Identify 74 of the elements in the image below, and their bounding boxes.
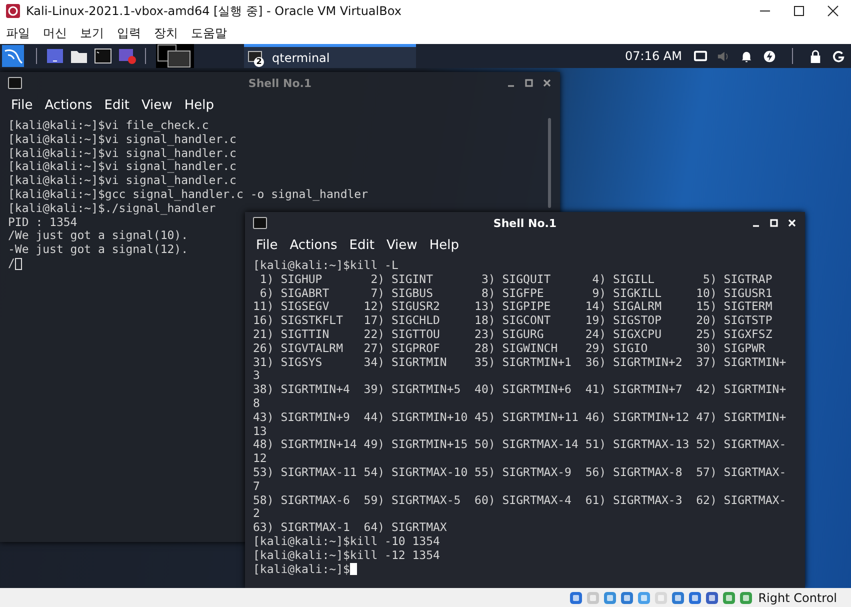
- terminal-line: [kali@kali:~]$kill -L: [253, 259, 398, 273]
- menu-item[interactable]: 장치: [154, 24, 178, 42]
- menu-item[interactable]: Actions: [44, 98, 92, 113]
- terminal-line: 63) SIGRTMAX-1 64) SIGRTMAX: [253, 521, 447, 535]
- terminal-line: [kali@kali:~]$vi signal_handler.c: [8, 132, 236, 147]
- terminal-line: 8: [253, 396, 260, 411]
- terminal-line: 48) SIGRTMIN+14 49) SIGRTMIN+15 50) SIGRTMAX-14 51) SIGRTMAX-13 52) SIGRTMAX-: [253, 438, 786, 452]
- power-icon[interactable]: [832, 50, 845, 62]
- terminal-line: [kali@kali:~]$vi file_check.c: [8, 119, 209, 133]
- terminal-title: Shell No.1: [493, 216, 557, 230]
- menu-item[interactable]: View: [386, 238, 418, 253]
- scrollbar[interactable]: [548, 118, 551, 208]
- workspace-switcher[interactable]: [156, 44, 194, 68]
- terminal-line: 6) SIGABRT 7) SIGBUS 8) SIGFPE 9) SIGKILL 10) SIGUSR1: [258, 286, 772, 300]
- terminal-line: 43) SIGRTMIN+9 44) SIGRTMIN+10 45) SIGRTMIN+11 46) SIGRTMIN+12 47) SIGRTMIN+: [253, 410, 786, 425]
- menu-item[interactable]: Actions: [290, 238, 338, 253]
- menu-item[interactable]: Help: [429, 238, 459, 253]
- terminal-line: -We just got a signal(12).: [8, 243, 188, 257]
- terminal-title: Shell No.1: [248, 76, 312, 90]
- terminal-line: 26) SIGVTALRM 27) SIGPROF 28) SIGWINCH 29) SIGIO 30) SIGPWR: [253, 342, 766, 356]
- menu-item[interactable]: 머신: [43, 24, 67, 42]
- terminal-line: 31) SIGSYS 34) SIGRTMIN 35) SIGRTMIN+1 36) SIGRTMIN+2 37) SIGRTMIN+: [253, 356, 786, 370]
- terminal-line: 38) SIGRTMIN+4 39) SIGRTMIN+5 40) SIGRTMIN+6 41) SIGRTMIN+7 42) SIGRTMIN+: [253, 383, 786, 397]
- task-label: qterminal: [272, 50, 330, 64]
- terminal-line: 12: [253, 452, 267, 466]
- terminal-line: 21) SIGTTIN 22) SIGTTOU 23) SIGURG 24) SIGXCPU 25) SIGXFSZ: [253, 328, 772, 342]
- terminal-icon[interactable]: [94, 47, 112, 65]
- window-title: Kali-Linux-2021.1-vbox-amd64 [실행 중] - Oracle VM VirtualBox: [26, 2, 402, 20]
- clock: 07:16 AM: [625, 49, 682, 63]
- terminal-line: 7: [253, 480, 260, 494]
- menu-item[interactable]: File: [11, 98, 33, 113]
- kali-dragon-icon[interactable]: [2, 45, 24, 67]
- screen-recorder-icon[interactable]: [118, 47, 136, 65]
- terminal-line: PID : 1354: [8, 216, 78, 230]
- terminal-line: 13: [253, 424, 267, 438]
- host-key-label: Right Control: [758, 590, 837, 604]
- terminal-icon: [253, 217, 267, 229]
- terminal-line: [kali@kali:~]$gcc signal_handler.c -o signal_handler: [8, 188, 368, 202]
- menu-item[interactable]: Help: [184, 98, 214, 113]
- terminal-line: 2: [253, 507, 260, 522]
- bell-icon[interactable]: [740, 50, 753, 62]
- badge: 2: [254, 57, 264, 67]
- menu-item[interactable]: 도움말: [191, 24, 227, 42]
- terminal-line: [kali@kali:~]$vi signal_handler.c: [8, 160, 236, 174]
- terminal-line: /We just got a signal(10).: [8, 229, 188, 244]
- terminal-line: 16) SIGSTKFLT 17) SIGCHLD 18) SIGCONT 19) SIGSTOP 20) SIGTSTP: [253, 314, 772, 328]
- close-icon[interactable]: [827, 5, 839, 17]
- terminal-line: [kali@kali:~]$vi signal_handler.c: [8, 146, 236, 160]
- desktop-icon[interactable]: [46, 47, 64, 65]
- terminal-icon: [8, 77, 22, 89]
- menu-item[interactable]: Edit: [349, 238, 374, 253]
- lock-icon[interactable]: [809, 50, 822, 62]
- terminal-line: 53) SIGRTMAX-11 54) SIGRTMAX-10 55) SIGRTMAX-9 56) SIGRTMAX-8 57) SIGRTMAX-: [253, 466, 786, 480]
- terminal-icon: [248, 50, 264, 64]
- taskbar-button[interactable]: 2 qterminal: [244, 44, 416, 68]
- terminal-line: [kali@kali:~]$kill -10 1354: [253, 534, 440, 549]
- menu-item[interactable]: View: [141, 98, 172, 113]
- terminal-line: 3: [253, 369, 260, 384]
- terminal-line: 1) SIGHUP 2) SIGINT 3) SIGQUIT 4) SIGILL 5) SIGTRAP: [258, 272, 772, 287]
- menu-item[interactable]: Edit: [104, 98, 130, 113]
- terminal-line: [kali@kali:~]$: [253, 562, 350, 576]
- menu-item[interactable]: 보기: [80, 24, 104, 42]
- menu-item[interactable]: 입력: [117, 24, 141, 42]
- terminal-line: [kali@kali:~]$vi signal_handler.c: [8, 174, 236, 188]
- terminal-line: [kali@kali:~]$./signal_handler: [8, 202, 216, 216]
- terminal-line: 58) SIGRTMAX-6 59) SIGRTMAX-5 60) SIGRTMAX-4 61) SIGRTMAX-3 62) SIGRTMAX-: [253, 494, 786, 508]
- terminal-line: /: [8, 256, 15, 271]
- maximize-icon[interactable]: [793, 5, 805, 17]
- lightning-icon[interactable]: [763, 50, 776, 62]
- terminal-line: 11) SIGSEGV 12) SIGUSR2 13) SIGPIPE 14) SIGALRM 15) SIGTERM: [253, 300, 772, 314]
- menu-item[interactable]: File: [256, 238, 278, 253]
- terminal-line: [kali@kali:~]$kill -12 1354: [253, 548, 440, 563]
- app-icon: [6, 4, 20, 18]
- menu-item[interactable]: 파일: [6, 24, 30, 42]
